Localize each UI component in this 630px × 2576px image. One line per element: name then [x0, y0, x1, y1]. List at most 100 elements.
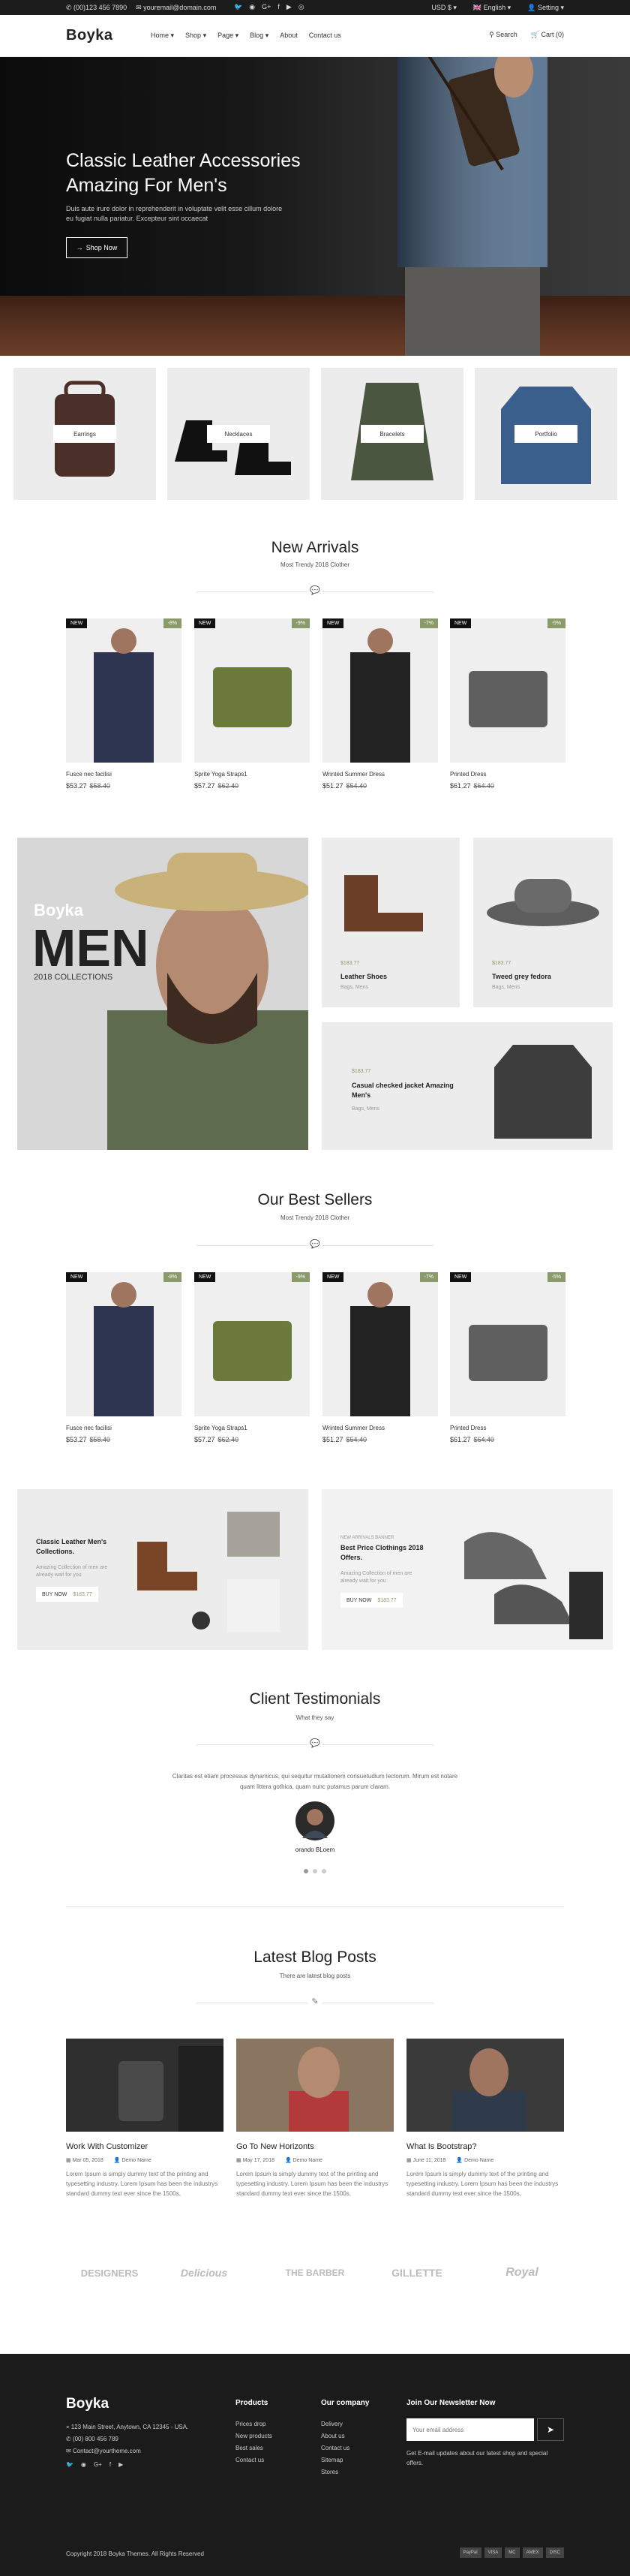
category-card[interactable]: Bracelets: [321, 368, 464, 500]
youtube-icon[interactable]: ▶: [286, 3, 292, 11]
new-arrivals-title: New Arrivals: [271, 539, 359, 556]
testimonial-dots[interactable]: [304, 1869, 326, 1873]
footer-link[interactable]: Contact us: [236, 2454, 272, 2466]
post-title[interactable]: Work With Customizer: [66, 2142, 224, 2151]
product-card[interactable]: NEW -9% Sprite Yoga Straps1 $57.27 $62.40: [194, 1272, 310, 1443]
promo-tile[interactable]: $183.77 Tweed grey fedora Bags, Mens: [473, 838, 613, 1007]
twitter-icon[interactable]: 🐦: [234, 3, 242, 11]
product-image: [350, 1282, 410, 1416]
footer-link[interactable]: Prices drop: [236, 2418, 272, 2430]
new-badge: NEW: [322, 618, 344, 628]
author-text: Demo Name: [122, 2158, 152, 2163]
men-collection-banner[interactable]: Boyka MEN 2018 COLLECTIONS: [17, 838, 308, 1150]
blog-post[interactable]: Work With Customizer ▦ Mar 05, 2018 👤 Dem…: [66, 2039, 224, 2198]
cart-button[interactable]: 🛒 Cart (0): [531, 31, 564, 39]
brand-logo[interactable]: DESIGNERS: [72, 2255, 147, 2300]
footer-link[interactable]: Best sales: [236, 2442, 272, 2454]
product-card[interactable]: NEW -8% Fusce nec facilisi $53.27 $58.40: [66, 618, 182, 790]
category-card[interactable]: Necklaces: [167, 368, 310, 500]
post-date: ▦ Mar 05, 2018: [66, 2157, 104, 2163]
calendar-icon: ▦: [66, 2158, 73, 2163]
setting-select[interactable]: 👤 Setting ▾: [527, 4, 564, 12]
promo-sub: Bags, Mens: [340, 985, 368, 990]
product-name[interactable]: Printed Dress: [450, 1425, 566, 1431]
shop-now-button[interactable]: → Shop Now: [66, 237, 128, 258]
blog-post[interactable]: Go To New Horizonts ▦ May 17, 2018 👤 Demo…: [236, 2039, 394, 2198]
google-plus-icon[interactable]: G+: [94, 2459, 102, 2471]
product-name[interactable]: Fusce nec facilisi: [66, 1425, 182, 1431]
promo-tile-wide[interactable]: $183.77 Casual checked jacket Amazing Me…: [322, 1022, 613, 1150]
discount-badge: -8%: [163, 618, 182, 628]
brand-logo[interactable]: GILLETTE: [380, 2250, 454, 2295]
instagram-icon[interactable]: ◎: [298, 3, 304, 11]
footer-link[interactable]: Delivery: [321, 2418, 350, 2430]
product-price: $51.27 $54.40: [322, 1436, 438, 1443]
calendar-icon: ▦: [236, 2158, 243, 2163]
email-info[interactable]: ✉ youremail@domain.com: [136, 4, 216, 12]
category-card[interactable]: Earrings: [14, 368, 156, 500]
footer-link[interactable]: About us: [321, 2430, 350, 2442]
newsletter-email-input[interactable]: [406, 2418, 534, 2441]
rss-icon[interactable]: ◉: [81, 2459, 86, 2471]
footer-link[interactable]: Stores: [321, 2466, 350, 2478]
nav-home[interactable]: Home ▾: [151, 32, 174, 40]
brand-logo[interactable]: Delicious: [166, 2250, 242, 2295]
youtube-icon[interactable]: ▶: [118, 2459, 123, 2471]
brand-logo[interactable]: Royal: [484, 2250, 560, 2295]
old-price: $64.40: [473, 1436, 495, 1443]
footer-link[interactable]: Contact us: [321, 2442, 350, 2454]
new-badge: NEW: [450, 618, 472, 628]
buy-now-button[interactable]: BUY NOW $183.77: [36, 1587, 98, 1602]
newsletter-submit-button[interactable]: ➤: [537, 2418, 564, 2441]
product-name[interactable]: Wrinted Summer Dress: [322, 771, 438, 778]
category-card[interactable]: Portfolio: [475, 368, 617, 500]
footer-link[interactable]: Sitemap: [321, 2454, 350, 2466]
email-line[interactable]: ✉ Contact@yourtheme.com: [66, 2445, 188, 2457]
product-name[interactable]: Sprite Yoga Straps1: [194, 771, 310, 778]
nav-shop[interactable]: Shop ▾: [185, 32, 206, 40]
offer-banner[interactable]: Classic Leather Men's Collections. Amazi…: [17, 1489, 308, 1650]
product-price: $53.27 $58.40: [66, 782, 182, 790]
edit-icon: ✎: [308, 1997, 322, 2007]
old-price: $54.40: [346, 782, 368, 790]
product-card[interactable]: NEW -5% Printed Dress $61.27 $64.40: [450, 618, 566, 790]
google-plus-icon[interactable]: G+: [262, 3, 271, 11]
search-button[interactable]: ⚲ Search: [489, 31, 518, 39]
language-select[interactable]: 🇬🇧 English ▾: [473, 4, 511, 12]
product-card[interactable]: NEW -8% Fusce nec facilisi $53.27 $58.40: [66, 1272, 182, 1443]
blog-post[interactable]: What Is Bootstrap? ▦ June 11, 2018 👤 Demo…: [406, 2039, 564, 2198]
logo[interactable]: Boyka: [66, 27, 113, 44]
email-text: Contact@yourtheme.com: [72, 2448, 141, 2454]
buy-now-button[interactable]: BUY NOW $183.77: [340, 1593, 403, 1608]
post-date: ▦ May 17, 2018: [236, 2157, 274, 2163]
brand-logo[interactable]: THE BARBER: [278, 2250, 352, 2295]
nav-contact[interactable]: Contact us: [309, 32, 341, 40]
post-title[interactable]: Go To New Horizonts: [236, 2142, 394, 2151]
product-name[interactable]: Printed Dress: [450, 771, 566, 778]
currency-select[interactable]: USD $ ▾: [431, 4, 457, 12]
nav-blog[interactable]: Blog ▾: [250, 32, 268, 40]
promo-tile[interactable]: $183.77 Leather Shoes Bags, Mens: [322, 838, 460, 1007]
site-header: Boyka Home ▾ Shop ▾ Page ▾ Blog ▾ About …: [0, 15, 630, 57]
product-name[interactable]: Fusce nec facilisi: [66, 771, 182, 778]
footer-link[interactable]: New products: [236, 2430, 272, 2442]
product-card[interactable]: NEW -7% Wrinted Summer Dress $51.27 $54.40: [322, 618, 438, 790]
product-card[interactable]: NEW -5% Printed Dress $61.27 $64.40: [450, 1272, 566, 1443]
paypal-icon: PayPal: [459, 2547, 482, 2558]
product-name[interactable]: Wrinted Summer Dress: [322, 1425, 438, 1431]
post-title[interactable]: What Is Bootstrap?: [406, 2142, 564, 2151]
twitter-icon[interactable]: 🐦: [66, 2459, 74, 2471]
offer-banner[interactable]: NEW ARRIVALS BANNER Best Price Clothings…: [322, 1489, 613, 1650]
facebook-icon[interactable]: f: [278, 3, 280, 11]
product-name[interactable]: Sprite Yoga Straps1: [194, 1425, 310, 1431]
rss-icon[interactable]: ◉: [249, 3, 255, 11]
product-card[interactable]: NEW -7% Wrinted Summer Dress $51.27 $54.40: [322, 1272, 438, 1443]
nav-about[interactable]: About: [280, 32, 298, 40]
facebook-icon[interactable]: f: [110, 2459, 111, 2471]
section-divider: 💬: [196, 1738, 434, 1749]
footer-logo[interactable]: Boyka: [66, 2396, 109, 2412]
product-card[interactable]: NEW -9% Sprite Yoga Straps1 $57.27 $62.40: [194, 618, 310, 790]
main-nav: Home ▾ Shop ▾ Page ▾ Blog ▾ About Contac…: [151, 32, 341, 40]
nav-page[interactable]: Page ▾: [218, 32, 238, 40]
promo-title: Leather Shoes: [340, 973, 388, 980]
